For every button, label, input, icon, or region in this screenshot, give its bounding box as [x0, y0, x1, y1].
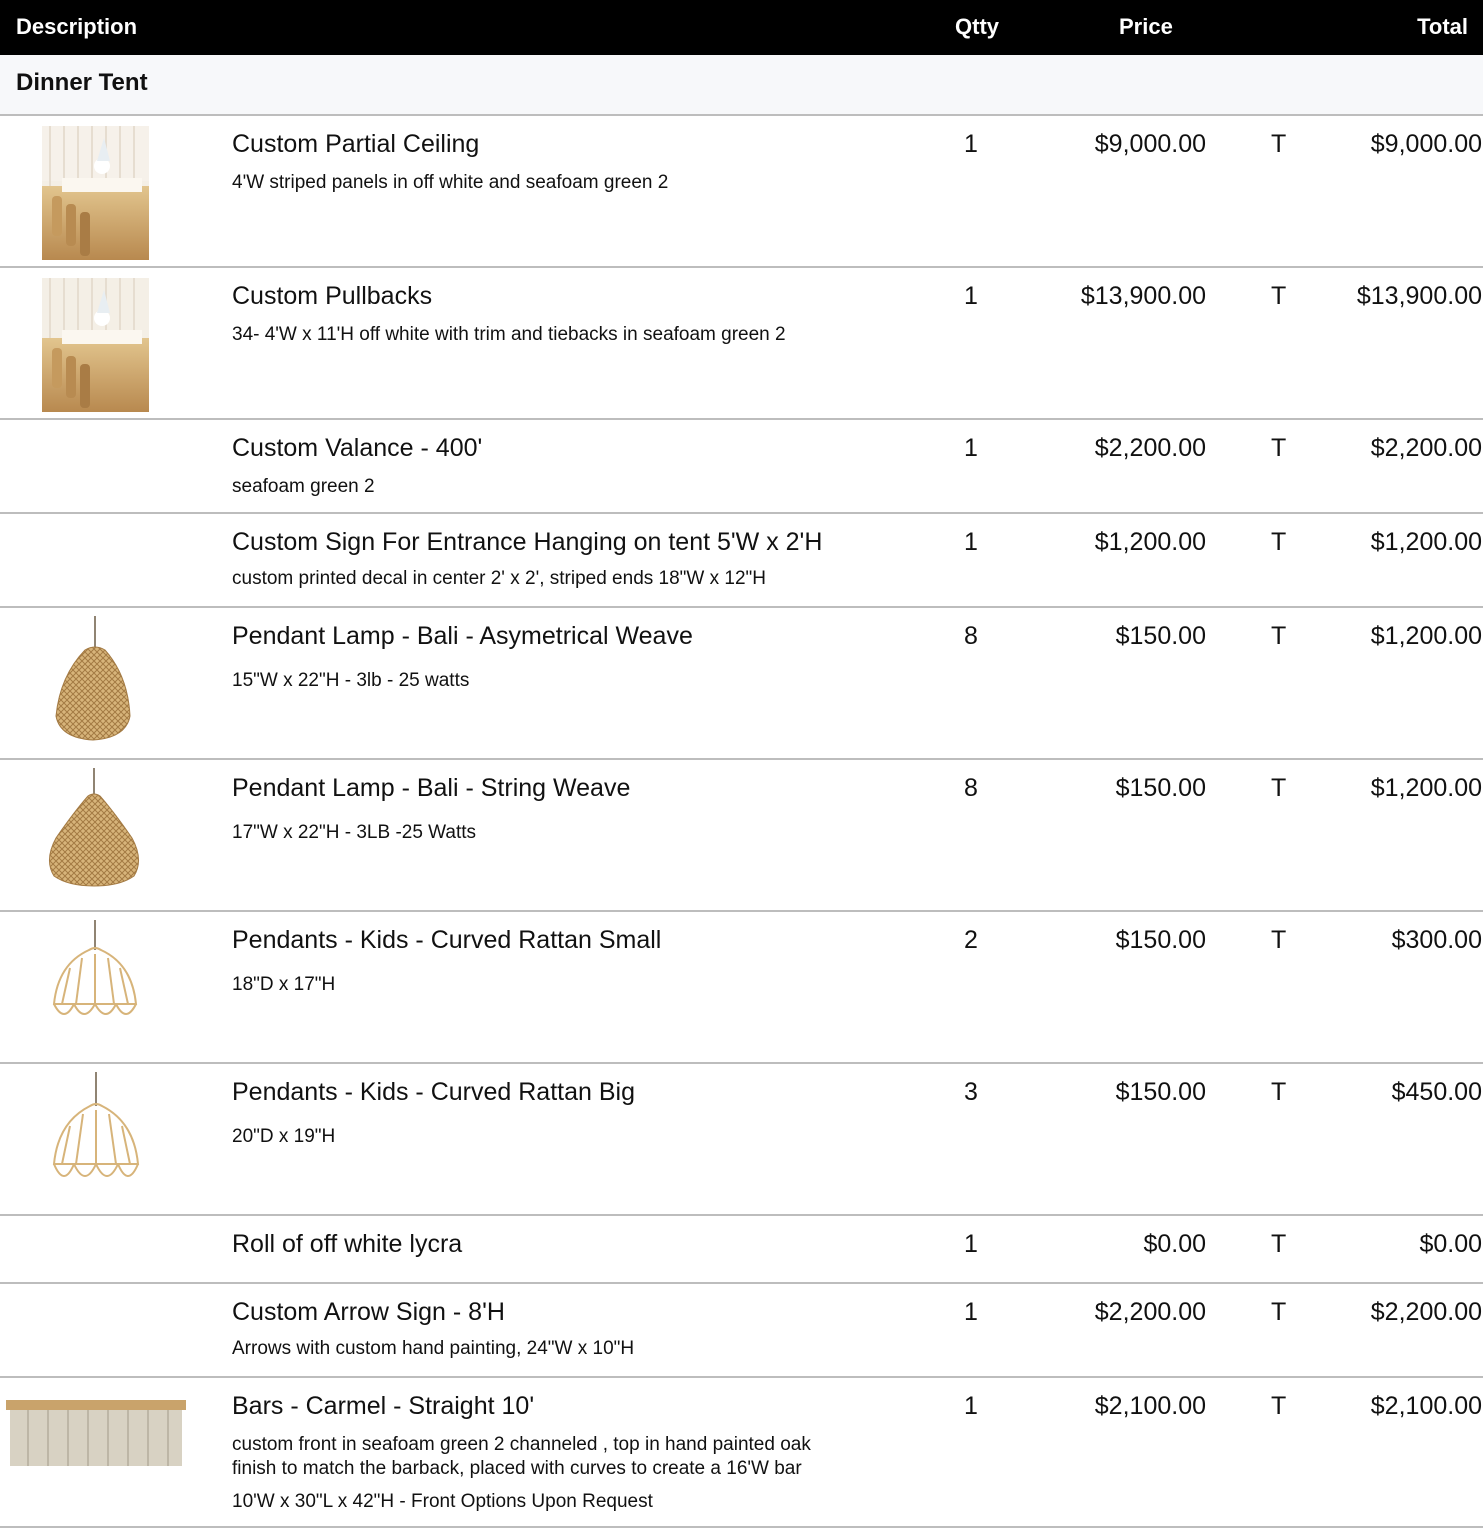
item-total: $0.00 [1419, 1230, 1482, 1258]
item-tax: T [1271, 130, 1287, 158]
item-tax: T [1271, 1392, 1287, 1420]
item-detail: custom front in seafoam green 2 channele… [232, 1434, 811, 1455]
item-detail: 15"W x 22"H - 3lb - 25 watts [232, 670, 470, 691]
scalloped-pendant-icon [52, 920, 138, 1032]
bar-counter-icon [6, 1400, 186, 1466]
table-row: Custom Valance - 400' seafoam green 2 1 … [0, 420, 1483, 514]
item-qty: 1 [964, 1298, 978, 1326]
item-total: $1,200.00 [1370, 774, 1482, 802]
item-detail: custom printed decal in center 2' x 2', … [232, 568, 767, 589]
item-qty: 1 [964, 528, 978, 556]
item-qty: 1 [964, 434, 978, 462]
item-qty: 1 [964, 1230, 978, 1258]
table-row: Custom Arrow Sign - 8'H Arrows with cust… [0, 1284, 1483, 1378]
item-name: Pendants - Kids - Curved Rattan Small [232, 926, 662, 954]
item-detail: 4'W striped panels in off white and seaf… [232, 172, 669, 193]
item-tax: T [1271, 774, 1287, 802]
item-detail: 34- 4'W x 11'H off white with trim and t… [232, 324, 786, 345]
item-total: $13,900.00 [1356, 282, 1482, 310]
table-row: Pendants - Kids - Curved Rattan Small 18… [0, 912, 1483, 1064]
item-price: $9,000.00 [1094, 130, 1206, 158]
item-detail: 10'W x 30"L x 42"H - Front Options Upon … [232, 1491, 653, 1512]
table-row: Pendant Lamp - Bali - String Weave 17"W … [0, 760, 1483, 912]
item-tax: T [1271, 622, 1287, 650]
table-row: Pendant Lamp - Bali - Asymetrical Weave … [0, 608, 1483, 760]
rattan-pendant-icon [44, 768, 144, 898]
item-price: $2,100.00 [1094, 1392, 1206, 1420]
table-header: Description Qtty Price Total [0, 0, 1483, 55]
table-row: Bars - Carmel - Straight 10' custom fron… [0, 1378, 1483, 1528]
item-total: $300.00 [1391, 926, 1482, 954]
item-qty: 1 [964, 282, 978, 310]
item-price: $150.00 [1115, 622, 1206, 650]
item-total: $1,200.00 [1370, 622, 1482, 650]
item-total: $2,200.00 [1370, 1298, 1482, 1326]
table-row: Roll of off white lycra 1 $0.00 T $0.00 [0, 1216, 1483, 1284]
header-price: Price [1119, 14, 1173, 39]
item-detail: Arrows with custom hand painting, 24"W x… [232, 1338, 635, 1359]
scalloped-pendant-icon [52, 1072, 140, 1194]
item-total: $9,000.00 [1370, 130, 1482, 158]
item-detail: 20"D x 19"H [232, 1126, 336, 1147]
item-name: Pendants - Kids - Curved Rattan Big [232, 1078, 635, 1106]
tent-interior-photo-icon [42, 278, 149, 412]
item-name: Pendant Lamp - Bali - String Weave [232, 774, 631, 802]
tent-interior-photo-icon [42, 126, 149, 260]
item-price: $1,200.00 [1094, 528, 1206, 556]
item-detail: 18"D x 17"H [232, 974, 336, 995]
item-qty: 3 [964, 1078, 978, 1106]
item-tax: T [1271, 1230, 1287, 1258]
item-price: $150.00 [1115, 774, 1206, 802]
table-row: Custom Partial Ceiling 4'W striped panel… [0, 116, 1483, 268]
table-row: Custom Pullbacks 34- 4'W x 11'H off whit… [0, 268, 1483, 420]
item-name: Custom Partial Ceiling [232, 130, 480, 158]
item-tax: T [1271, 528, 1287, 556]
item-total: $1,200.00 [1370, 528, 1482, 556]
item-name: Bars - Carmel - Straight 10' [232, 1392, 535, 1420]
item-tax: T [1271, 282, 1287, 310]
item-name: Pendant Lamp - Bali - Asymetrical Weave [232, 622, 693, 650]
item-tax: T [1271, 926, 1287, 954]
header-total: Total [1417, 14, 1468, 39]
item-qty: 8 [964, 774, 978, 802]
table-row: Custom Sign For Entrance Hanging on tent… [0, 514, 1483, 608]
item-tax: T [1271, 1298, 1287, 1326]
item-price: $0.00 [1143, 1230, 1206, 1258]
item-name: Custom Valance - 400' [232, 434, 483, 462]
item-price: $2,200.00 [1094, 434, 1206, 462]
item-detail: seafoam green 2 [232, 476, 375, 497]
item-total: $2,200.00 [1370, 434, 1482, 462]
item-name: Custom Arrow Sign - 8'H [232, 1298, 505, 1326]
item-name: Custom Pullbacks [232, 282, 433, 310]
item-qty: 8 [964, 622, 978, 650]
item-qty: 1 [964, 130, 978, 158]
header-description: Description [16, 14, 138, 39]
item-name: Roll of off white lycra [232, 1230, 463, 1258]
section-title: Dinner Tent [16, 69, 148, 96]
item-price: $13,900.00 [1080, 282, 1206, 310]
item-qty: 1 [964, 1392, 978, 1420]
item-total: $450.00 [1391, 1078, 1482, 1106]
item-total: $2,100.00 [1370, 1392, 1482, 1420]
item-price: $150.00 [1115, 926, 1206, 954]
header-qty: Qtty [955, 14, 999, 39]
section-header: Dinner Tent [0, 55, 1483, 116]
item-tax: T [1271, 434, 1287, 462]
item-price: $2,200.00 [1094, 1298, 1206, 1326]
item-detail: finish to match the barback, placed with… [232, 1458, 802, 1479]
item-name: Custom Sign For Entrance Hanging on tent… [232, 528, 823, 556]
item-price: $150.00 [1115, 1078, 1206, 1106]
table-row: Pendants - Kids - Curved Rattan Big 20"D… [0, 1064, 1483, 1216]
item-qty: 2 [964, 926, 978, 954]
item-detail: 17"W x 22"H - 3LB -25 Watts [232, 822, 477, 843]
rattan-pendant-icon [52, 616, 134, 746]
item-tax: T [1271, 1078, 1287, 1106]
